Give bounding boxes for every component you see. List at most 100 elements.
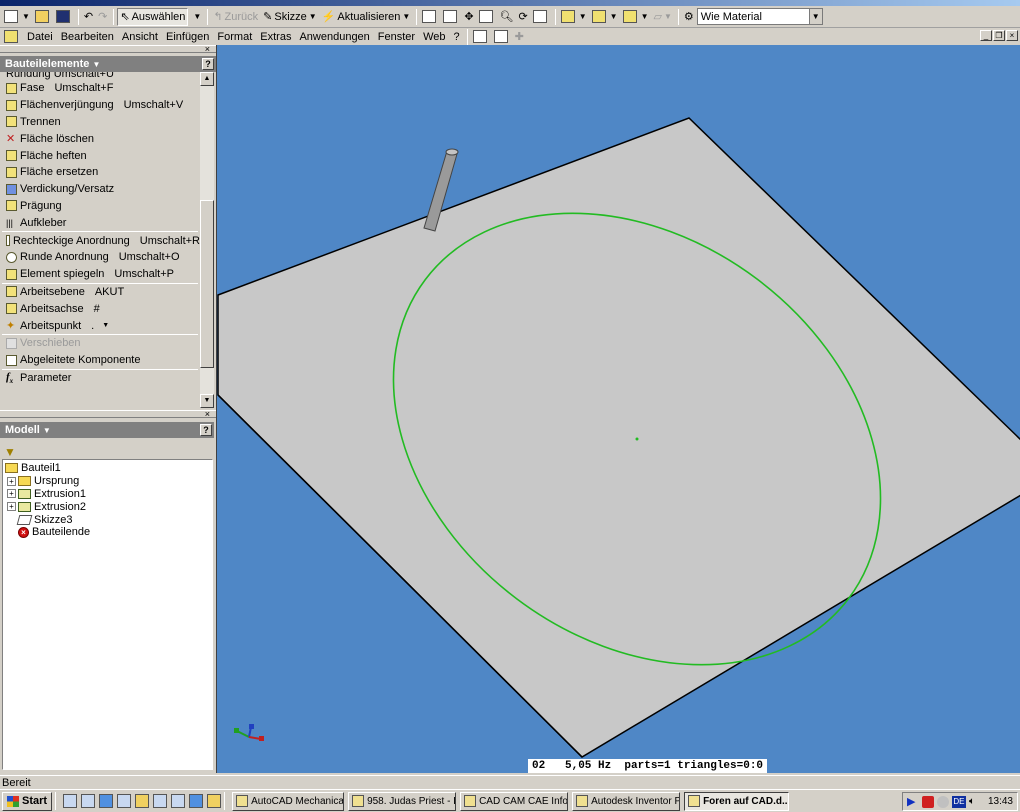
display-mode-button[interactable]: ▼	[559, 8, 589, 26]
menu-window[interactable]: Fenster	[374, 31, 419, 43]
task-autocad[interactable]: AutoCAD Mechanical...	[232, 791, 345, 811]
tree-node-sketch3[interactable]: Skizze3	[3, 513, 212, 526]
menu-format[interactable]: Format	[213, 31, 256, 43]
feature-item-work-point[interactable]: ✦ Arbeitspunkt. ▼	[0, 317, 200, 334]
model-panel-grip[interactable]: ×	[0, 409, 216, 419]
tree-node-extrusion2[interactable]: + Extrusion2	[3, 500, 212, 513]
sketch-button[interactable]: ✎ Skizze ▼	[261, 8, 319, 26]
feature-item-work-axis[interactable]: Arbeitsachse #	[0, 300, 200, 317]
expand-icon[interactable]: +	[7, 502, 16, 512]
graphics-viewport[interactable]	[216, 45, 1020, 773]
menu-edit[interactable]: Bearbeiten	[57, 31, 118, 43]
minimize-icon[interactable]: _	[980, 30, 992, 41]
feature-item-face-draft[interactable]: Flächenverjüngung Umschalt+V	[0, 97, 200, 114]
quicklaunch-media-icon[interactable]	[171, 794, 186, 808]
tree-node-part[interactable]: Bauteil1	[3, 462, 212, 475]
volume-icon[interactable]: 🔈︎	[969, 796, 981, 808]
pan-button[interactable]: ✥	[462, 8, 475, 26]
feature-item-parameters[interactable]: fx Parameter	[0, 370, 200, 387]
scroll-up-icon[interactable]: ▲	[200, 72, 214, 86]
scroll-down-icon[interactable]: ▼	[200, 394, 214, 408]
new-button[interactable]: ▼	[2, 8, 32, 26]
rotate-button[interactable]: ⟳	[517, 8, 530, 26]
antivirus-icon[interactable]	[921, 795, 934, 808]
expand-icon[interactable]: +	[7, 476, 16, 486]
scroll-thumb[interactable]	[200, 200, 214, 368]
feature-item-mirror[interactable]: Element spiegeln Umschalt+P	[0, 266, 200, 283]
model-panel-header[interactable]: Modell ▼ ?	[0, 422, 214, 438]
feature-item-split[interactable]: Trennen	[0, 114, 200, 131]
color-button[interactable]: ⚙	[682, 8, 696, 26]
quicklaunch-explorer-icon[interactable]	[81, 794, 96, 808]
tree-node-origin[interactable]: + Ursprung	[3, 475, 212, 488]
help-icon[interactable]: ?	[200, 424, 212, 436]
quicklaunch-desktop-icon[interactable]	[63, 794, 78, 808]
quicklaunch-browser-icon[interactable]	[189, 794, 204, 808]
look-at-button[interactable]	[531, 8, 551, 26]
panel-grip[interactable]: ×	[0, 44, 216, 54]
filter-icon[interactable]: ▼	[4, 445, 16, 459]
shadow-button[interactable]: ▼	[621, 8, 651, 26]
select-button[interactable]: ⇖ Auswählen	[117, 7, 189, 26]
zoom-button[interactable]: 🔍︎	[498, 8, 516, 26]
quicklaunch-inventor-icon[interactable]	[207, 794, 222, 808]
open-button[interactable]	[33, 8, 53, 26]
help-icon[interactable]: ?	[202, 58, 214, 70]
feature-item-chamfer[interactable]: Fase Umschalt+F	[0, 80, 200, 97]
update-button[interactable]: ⚡ Aktualisieren ▼	[320, 8, 413, 26]
quicklaunch-editor-icon[interactable]	[117, 794, 132, 808]
panel-toggle-button[interactable]	[492, 28, 512, 46]
menu-tools[interactable]: Extras	[256, 31, 295, 43]
menu-help[interactable]: ?	[450, 31, 464, 43]
task-foren-cad[interactable]: Foren auf CAD.d...	[684, 791, 790, 811]
feature-item-replace-face[interactable]: Fläche ersetzen	[0, 164, 200, 181]
section-button[interactable]: ▱ ▼	[652, 8, 674, 26]
feature-item-derived-component[interactable]: Abgeleitete Komponente	[0, 352, 200, 369]
zoom-selected-button[interactable]	[477, 8, 497, 26]
task-judas-priest[interactable]: 958. Judas Priest - Pri...	[348, 791, 457, 811]
undo-button[interactable]: ↶	[82, 8, 95, 26]
feature-item-fillet[interactable]: Rundung Umschalt+U	[0, 72, 200, 80]
close-icon[interactable]: ×	[205, 44, 210, 54]
restore-icon[interactable]: ❐	[993, 30, 1005, 41]
feature-item-work-plane[interactable]: Arbeitsebene AKUT	[0, 284, 200, 301]
feature-item-stitch-face[interactable]: Fläche heften	[0, 147, 200, 164]
feature-item-move[interactable]: Verschieben	[0, 335, 200, 352]
network-icon[interactable]	[936, 795, 949, 808]
menu-web[interactable]: Web	[419, 31, 449, 43]
chevron-down-icon[interactable]: ▼	[808, 9, 822, 24]
quicklaunch-monitor-icon[interactable]	[153, 794, 168, 808]
feature-item-circular-pattern[interactable]: Runde Anordnung Umschalt+O	[0, 249, 200, 266]
add-button[interactable]: ✚	[513, 28, 526, 46]
start-button[interactable]: Start	[2, 791, 53, 811]
camera-button[interactable]: ▼	[590, 8, 620, 26]
media-play-icon[interactable]: ▶	[907, 796, 919, 808]
menu-insert[interactable]: Einfügen	[162, 31, 213, 43]
quicklaunch-outlook-icon[interactable]	[135, 794, 150, 808]
feature-item-emboss[interactable]: Prägung	[0, 198, 200, 215]
features-panel-header[interactable]: Bauteilelemente ▼ ?	[0, 56, 216, 72]
menu-applications[interactable]: Anwendungen	[295, 31, 373, 43]
menu-file[interactable]: Datei	[23, 31, 57, 43]
task-cad-cam-infos[interactable]: CAD CAM CAE Infos ...	[460, 791, 569, 811]
feature-item-thicken[interactable]: Verdickung/Versatz	[0, 181, 200, 198]
language-indicator[interactable]: DE	[951, 795, 966, 808]
zoom-window-button[interactable]	[441, 8, 461, 26]
select-dropdown[interactable]: ▼	[189, 8, 203, 26]
features-scrollbar[interactable]: ▲ ▼	[200, 72, 214, 408]
close-icon[interactable]: ×	[205, 409, 210, 419]
feature-item-decal[interactable]: ||| Aufkleber	[0, 214, 200, 231]
expand-icon[interactable]: +	[7, 489, 16, 499]
task-inventor[interactable]: Autodesk Inventor Pr...	[572, 791, 681, 811]
zoom-all-button[interactable]	[420, 8, 440, 26]
back-button[interactable]: ↰ Zurück	[211, 8, 260, 26]
chevron-down-icon[interactable]: ▼	[102, 322, 109, 329]
help-topics-button[interactable]	[471, 28, 491, 46]
save-button[interactable]	[54, 8, 74, 26]
menu-view[interactable]: Ansicht	[118, 31, 162, 43]
tree-node-extrusion1[interactable]: + Extrusion1	[3, 488, 212, 501]
feature-item-delete-face[interactable]: ✕ Fläche löschen	[0, 130, 200, 147]
quicklaunch-ie-icon[interactable]	[99, 794, 114, 808]
close-icon[interactable]: ×	[1006, 30, 1018, 41]
material-select[interactable]: Wie Material ▼	[696, 8, 823, 25]
